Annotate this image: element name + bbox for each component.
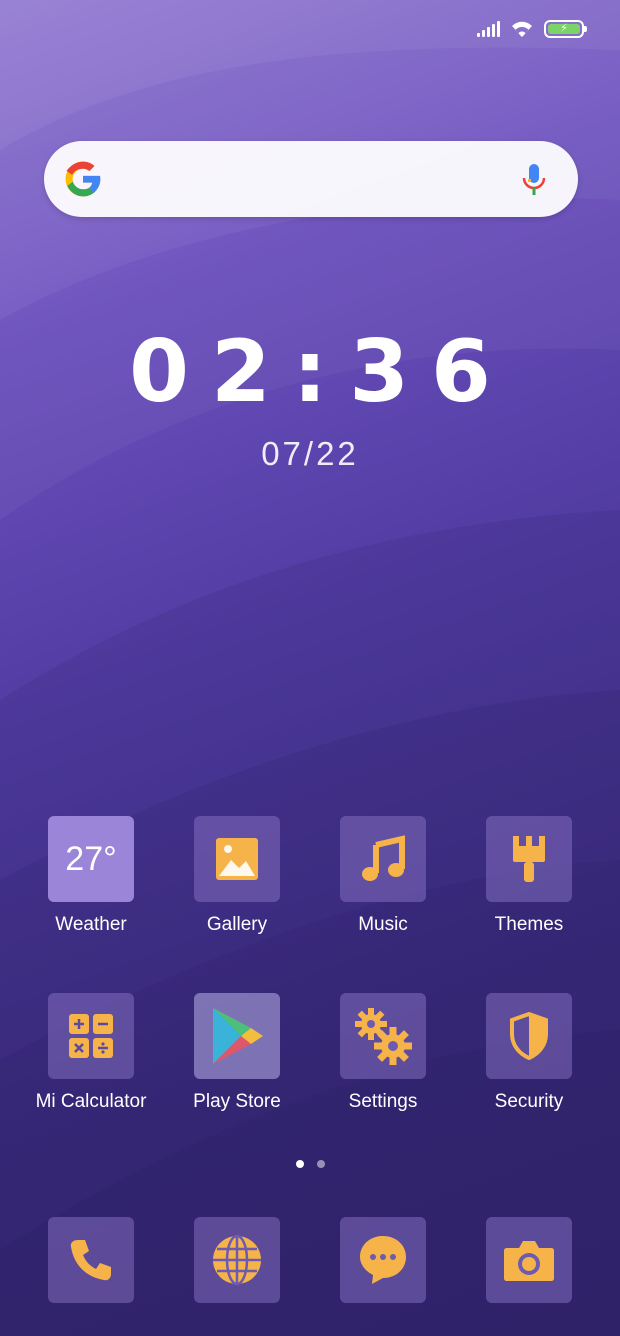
page-dot: [316, 1160, 325, 1168]
dock-browser[interactable]: [164, 1217, 310, 1303]
google-logo-icon: [65, 161, 101, 197]
weather-temperature: 27°: [65, 839, 117, 878]
camera-icon: [504, 1241, 554, 1281]
phone-icon: [70, 1240, 111, 1281]
app-label: Themes: [494, 914, 564, 935]
play-store-icon: [213, 1008, 263, 1064]
app-label: Security: [494, 1091, 564, 1112]
app-label: Gallery: [206, 914, 268, 935]
app-label: Settings: [348, 1091, 418, 1112]
app-music[interactable]: Music: [310, 816, 456, 936]
music-note-icon: [362, 835, 405, 881]
app-settings[interactable]: Settings: [310, 993, 456, 1113]
browser-globe-icon: [213, 1234, 261, 1286]
app-security[interactable]: Security: [456, 993, 602, 1113]
status-bar: ⚡: [477, 14, 587, 44]
paintbrush-icon: [513, 836, 545, 882]
wifi-icon: [512, 21, 532, 37]
dock-messages[interactable]: [310, 1217, 456, 1303]
clock-time[interactable]: 02:36: [0, 322, 620, 422]
page-indicator: [0, 1160, 620, 1168]
app-weather[interactable]: 27° Weather: [18, 816, 164, 936]
dock-phone[interactable]: [18, 1217, 164, 1303]
app-label: Play Store: [193, 1091, 281, 1112]
page-dot-active: [295, 1160, 304, 1168]
calculator-icon: [69, 1014, 113, 1058]
battery-charging-icon: ⚡: [544, 20, 587, 38]
app-play-store[interactable]: Play Store: [164, 993, 310, 1113]
weather-icon: 27°: [48, 816, 134, 902]
app-mi-calculator[interactable]: Mi Calculator: [18, 993, 164, 1113]
app-label: Mi Calculator: [35, 1091, 147, 1112]
app-label: Music: [358, 914, 408, 935]
microphone-icon[interactable]: [520, 163, 548, 197]
app-label: Weather: [55, 914, 127, 935]
gallery-icon: [216, 838, 258, 880]
shield-icon: [510, 1012, 548, 1060]
messages-icon: [360, 1236, 406, 1284]
clock-date[interactable]: 07/22: [0, 435, 620, 473]
google-search-bar[interactable]: [44, 141, 578, 217]
app-gallery[interactable]: Gallery: [164, 816, 310, 936]
dock-camera[interactable]: [456, 1217, 602, 1303]
app-themes[interactable]: Themes: [456, 816, 602, 936]
cellular-signal-icon: [477, 21, 500, 37]
gears-icon: [355, 1008, 412, 1065]
